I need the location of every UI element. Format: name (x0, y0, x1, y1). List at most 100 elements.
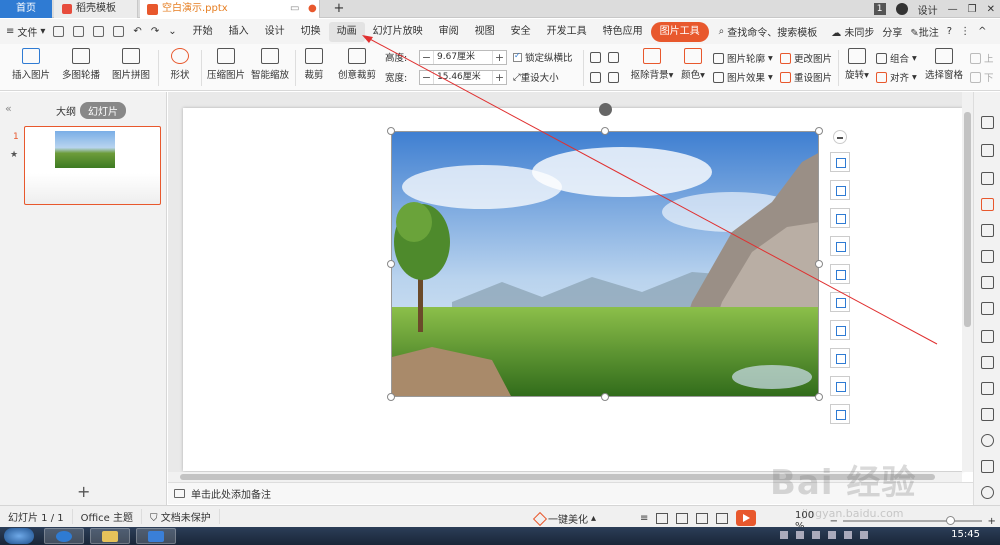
taskbar-explorer[interactable] (90, 528, 130, 544)
tab-design[interactable]: 设计 (257, 22, 293, 42)
window-count-badge[interactable]: 1 (873, 3, 886, 15)
monitor-icon[interactable]: ▭ (290, 0, 299, 18)
play-slideshow-icon[interactable] (736, 510, 757, 526)
rotate-handle-icon[interactable] (599, 103, 612, 116)
notes-placeholder[interactable]: 单击此处添加备注 (191, 486, 271, 501)
file-menu[interactable]: ≡ 文件 ▾ (6, 24, 45, 39)
theme-name[interactable]: Office 主题 (73, 509, 143, 524)
tray-icon[interactable] (796, 531, 804, 539)
width-decrease-icon[interactable]: − (420, 71, 433, 84)
width-value[interactable]: 15.46厘米 (433, 70, 493, 84)
volume-icon[interactable] (844, 531, 852, 539)
tab-animation[interactable]: 动画 (328, 21, 365, 42)
smart-crop-icon[interactable] (830, 180, 850, 200)
zoom-in-icon[interactable]: + (987, 516, 995, 527)
picture-to-text-icon[interactable] (830, 292, 850, 312)
picture-compress-icon[interactable] (830, 376, 850, 396)
tab-picture-tools[interactable]: 图片工具 (650, 21, 709, 42)
new-tab-button[interactable]: + (330, 0, 348, 18)
slides-tab[interactable]: 幻灯片 (80, 102, 126, 119)
width-stepper[interactable]: − 15.46厘米 + (419, 69, 507, 85)
tab-features[interactable]: 特色应用 (595, 22, 651, 42)
picture-outline-button[interactable]: 图片轮廓 ▾ (713, 51, 773, 65)
group-button[interactable]: 组合 ▾ (876, 51, 917, 65)
redo-icon[interactable]: ↷ (151, 26, 159, 37)
home-tab[interactable]: 首页 (0, 0, 52, 18)
document-protection[interactable]: ⛉ 文档未保护 (142, 509, 220, 524)
print-preview-icon[interactable] (113, 26, 125, 37)
send-backward-button[interactable]: 下 (970, 70, 994, 84)
picture-mask-icon[interactable] (830, 404, 850, 424)
resize-handle-bottom[interactable] (601, 393, 609, 401)
brightness-up-button[interactable] (590, 52, 601, 63)
undo-icon[interactable]: ↶ (133, 26, 141, 37)
picture-effect-button[interactable]: 图片效果 ▾ (713, 70, 773, 84)
share-sidebar-icon[interactable] (981, 330, 994, 343)
sync-status[interactable]: ☁ 未同步 (831, 24, 874, 39)
tab-security[interactable]: 安全 (503, 22, 539, 42)
crop-sidebar-icon[interactable] (981, 172, 994, 185)
creative-crop-button[interactable]: 创意裁剪 (334, 44, 380, 81)
tab-insert[interactable]: 插入 (221, 22, 257, 42)
insert-sidebar-icon[interactable] (981, 224, 994, 237)
taskbar-clock[interactable]: 15:45 (951, 529, 980, 540)
help-icon[interactable]: ? (947, 26, 952, 37)
normal-view-icon[interactable] (656, 512, 669, 524)
print-icon[interactable] (93, 26, 105, 37)
reset-size-button[interactable]: 重设大小 (521, 70, 559, 84)
slide-thumbnail-1[interactable] (24, 126, 161, 205)
contrast-down-button[interactable] (608, 72, 619, 83)
picture-collage-button[interactable]: 图片拼图 (108, 44, 154, 81)
bring-forward-button[interactable]: 上 (970, 51, 994, 65)
zoom-picture-icon[interactable] (830, 236, 850, 256)
magic-icon[interactable] (981, 198, 994, 211)
resize-handle-bottom-left[interactable] (387, 393, 395, 401)
collapse-panel-icon[interactable]: « (5, 102, 12, 115)
tray-icon[interactable] (828, 531, 836, 539)
height-increase-icon[interactable]: + (493, 51, 506, 64)
notes-toggle-icon[interactable]: ≡ (640, 513, 648, 524)
insert-picture-button[interactable]: 插入图片 (6, 44, 56, 81)
start-button-icon[interactable] (4, 528, 34, 544)
layout-sidebar-icon[interactable] (981, 302, 994, 315)
tab-review[interactable]: 审阅 (431, 22, 467, 42)
more-icon[interactable]: ⋮ (960, 26, 970, 37)
smart-scale-button[interactable]: 智能缩放 (250, 44, 290, 81)
tab-slideshow[interactable]: 幻灯片放映 (365, 22, 431, 42)
width-increase-icon[interactable]: + (493, 71, 506, 84)
tray-icon[interactable] (780, 531, 788, 539)
landscape-picture[interactable] (391, 131, 819, 397)
collapse-toolbar-icon[interactable] (833, 130, 847, 144)
picture-replace-icon[interactable] (830, 348, 850, 368)
navigation-sidebar-icon[interactable] (981, 434, 994, 447)
restore-icon[interactable]: ❐ (968, 4, 977, 15)
hand-sidebar-icon[interactable] (981, 408, 994, 421)
resize-handle-top-right[interactable] (815, 127, 823, 135)
resize-handle-top-left[interactable] (387, 127, 395, 135)
vertical-scrollbar[interactable] (962, 92, 973, 472)
tab-transition[interactable]: 切换 (293, 22, 329, 42)
change-picture-button[interactable]: 更改图片 (780, 51, 832, 65)
taskbar-wps[interactable] (136, 528, 176, 544)
lock-ratio-checkbox[interactable] (513, 51, 522, 62)
tab-home[interactable]: 开始 (185, 22, 221, 42)
command-search[interactable]: ⌕ 查找命令、搜索模板 (719, 24, 818, 39)
pin-icon[interactable] (981, 116, 994, 129)
reset-picture-button[interactable]: 重设图片 (780, 70, 832, 84)
vertical-scroll-thumb[interactable] (964, 112, 971, 327)
copy-format-icon[interactable] (981, 144, 994, 157)
tray-icon[interactable] (812, 531, 820, 539)
settings-sliders-icon[interactable] (981, 276, 994, 289)
tab-developer[interactable]: 开发工具 (539, 22, 595, 42)
minimize-icon[interactable]: — (948, 4, 958, 15)
compress-picture-button[interactable]: 压缩图片 (206, 44, 246, 81)
rotate-button[interactable]: 旋转▾ (842, 44, 872, 81)
zoom-slider[interactable] (842, 516, 983, 525)
comment-button[interactable]: ✎批注 (910, 24, 938, 39)
one-click-beautify-button[interactable]: 一键美化 ▴ (532, 511, 596, 526)
color-button[interactable]: 颜色▾ (678, 44, 708, 81)
reading-view-icon[interactable] (696, 512, 709, 524)
picture-ocr-icon[interactable] (830, 208, 850, 228)
slide-sorter-icon[interactable] (676, 512, 689, 524)
resize-handle-right[interactable] (815, 260, 823, 268)
